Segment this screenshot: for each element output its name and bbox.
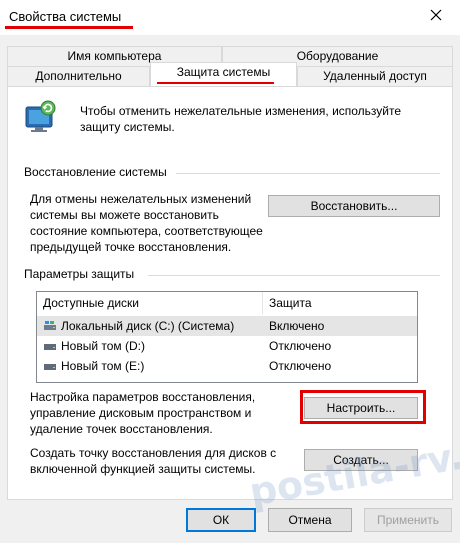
protection-section-divider bbox=[148, 275, 440, 276]
restore-section-title: Восстановление системы bbox=[24, 165, 167, 179]
tab-panel-system-protection: Чтобы отменить нежелательные изменения, … bbox=[7, 86, 453, 500]
ok-button[interactable]: ОК bbox=[186, 508, 256, 532]
drive-icon bbox=[44, 364, 56, 370]
title-highlight-underline bbox=[5, 26, 133, 29]
tab-label: Защита системы bbox=[176, 65, 271, 79]
drive-name-cell: Новый том (D:) bbox=[43, 336, 145, 356]
table-row[interactable]: Локальный диск (C:) (Система) Включено bbox=[37, 316, 417, 336]
tab-label: Имя компьютера bbox=[67, 49, 162, 63]
drives-table[interactable]: Доступные диски Защита Локальный диск (C… bbox=[36, 291, 418, 383]
close-icon bbox=[430, 9, 442, 21]
title-bar: Свойства системы bbox=[0, 0, 460, 35]
table-row[interactable]: Новый том (E:) Отключено bbox=[37, 356, 417, 376]
column-header-protection[interactable]: Защита bbox=[263, 292, 413, 314]
drive-icon bbox=[44, 344, 56, 350]
tab-advanced[interactable]: Дополнительно bbox=[7, 66, 150, 86]
window-title: Свойства системы bbox=[9, 9, 122, 24]
drive-status: Отключено bbox=[269, 359, 332, 373]
active-tab-highlight-underline bbox=[157, 82, 274, 84]
system-drive-icon bbox=[44, 321, 56, 330]
drive-name: Новый том (E:) bbox=[61, 359, 145, 373]
table-row[interactable]: Новый том (D:) Отключено bbox=[37, 336, 417, 356]
apply-button[interactable]: Применить bbox=[364, 508, 452, 532]
configure-button-highlight bbox=[300, 390, 426, 424]
tab-remote[interactable]: Удаленный доступ bbox=[297, 66, 453, 86]
intro-text: Чтобы отменить нежелательные изменения, … bbox=[80, 104, 402, 134]
drive-name: Локальный диск (C:) (Система) bbox=[61, 319, 235, 333]
protection-section-title: Параметры защиты bbox=[24, 267, 135, 281]
tab-label: Дополнительно bbox=[35, 69, 122, 83]
create-description: Создать точку восстановления для дисков … bbox=[30, 446, 277, 476]
cancel-button-label: Отмена bbox=[288, 513, 332, 527]
create-button-label: Создать... bbox=[333, 453, 389, 467]
restore-button[interactable]: Восстановить... bbox=[268, 195, 440, 217]
column-header-drives[interactable]: Доступные диски bbox=[37, 292, 262, 314]
apply-button-label: Применить bbox=[376, 513, 439, 527]
ok-button-label: ОК bbox=[212, 513, 230, 527]
cancel-button[interactable]: Отмена bbox=[268, 508, 352, 532]
tab-label: Оборудование bbox=[296, 49, 379, 63]
restore-section-divider bbox=[176, 173, 440, 174]
create-button[interactable]: Создать... bbox=[304, 449, 418, 471]
restore-description: Для отмены нежелательных изменений систе… bbox=[30, 192, 263, 254]
restore-button-label: Восстановить... bbox=[310, 199, 398, 213]
drive-status: Включено bbox=[269, 319, 325, 333]
drive-name-cell: Новый том (E:) bbox=[43, 356, 144, 376]
drive-name-cell: Локальный диск (C:) (Система) bbox=[43, 316, 234, 336]
configure-description: Настройка параметров восстановления, упр… bbox=[30, 390, 256, 436]
system-protection-icon bbox=[22, 99, 58, 135]
drive-status: Отключено bbox=[269, 339, 332, 353]
tab-label: Удаленный доступ bbox=[323, 69, 427, 83]
close-button[interactable] bbox=[414, 0, 458, 30]
drive-name: Новый том (D:) bbox=[61, 339, 145, 353]
